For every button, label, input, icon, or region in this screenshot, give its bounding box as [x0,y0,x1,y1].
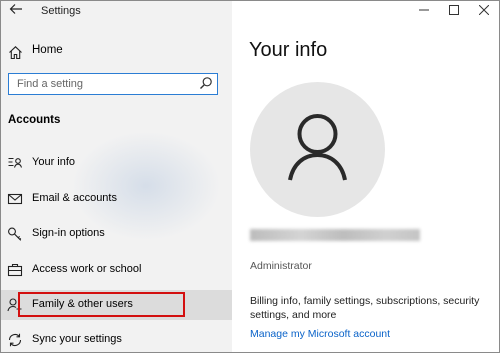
avatar[interactable] [250,82,385,217]
sidebar-item-your-info[interactable]: Your info [1,148,232,178]
home-nav-item[interactable]: Home [7,41,227,63]
home-icon [7,44,23,60]
key-icon [7,226,23,242]
title-bar: Settings [1,1,232,23]
home-label: Home [32,44,63,56]
sidebar-item-label: Access work or school [32,263,142,275]
page-title: Your info [249,39,328,61]
search-box[interactable] [8,73,218,95]
minimize-button[interactable] [409,1,439,23]
maximize-button[interactable] [439,1,469,23]
main-content: Your info Administrator Billing info, fa… [232,1,499,352]
account-type: Administrator [250,260,312,272]
highlight-box [18,292,185,317]
sidebar-item-label: Sign-in options [32,227,105,239]
search-input[interactable] [17,76,187,92]
contact-card-icon [7,155,23,171]
sync-icon [7,332,23,348]
minimize-icon [419,9,429,11]
mail-icon [7,191,23,207]
sidebar-item-label: Your info [32,156,76,168]
app-title: Settings [41,5,81,17]
sidebar-item-sync-settings[interactable]: Sync your settings [1,325,232,352]
close-icon [478,4,490,16]
sidebar: Settings Home Accounts Your info Email &… [1,1,232,352]
maximize-icon [449,5,459,15]
briefcase-icon [7,262,23,278]
sidebar-item-email-accounts[interactable]: Email & accounts [1,184,232,214]
user-name-redacted [250,229,420,241]
sidebar-item-label: Email & accounts [32,192,117,204]
user-avatar-icon [288,114,347,181]
settings-window: Settings Home Accounts Your info Email &… [0,0,500,353]
search-icon[interactable] [199,76,213,90]
back-arrow-icon [9,4,22,14]
billing-info-text: Billing info, family settings, subscript… [250,295,480,321]
back-button[interactable] [7,2,25,20]
close-button[interactable] [469,1,499,23]
sidebar-item-sign-in-options[interactable]: Sign-in options [1,219,232,249]
manage-account-link[interactable]: Manage my Microsoft account [250,328,390,340]
sidebar-item-access-work-school[interactable]: Access work or school [1,255,232,285]
section-title: Accounts [8,114,61,126]
sidebar-item-label: Sync your settings [32,333,122,345]
